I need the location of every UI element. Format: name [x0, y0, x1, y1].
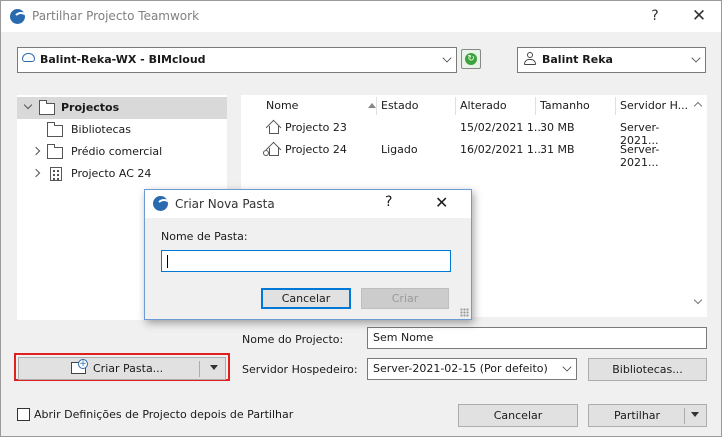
- dialog-close-button[interactable]: ✕: [435, 193, 448, 212]
- user-combo-value: Balint Reka: [542, 53, 613, 66]
- table-row[interactable]: Projecto 23 15/02/2021 1... 30 MB Server…: [241, 117, 691, 147]
- tree-item-bibliotecas[interactable]: Bibliotecas: [17, 119, 227, 141]
- share-button-label: Partilhar: [614, 409, 661, 422]
- chevron-down-icon: [562, 362, 572, 372]
- chevron-down-icon[interactable]: [23, 100, 33, 110]
- libraries-button[interactable]: Bibliotecas...: [588, 358, 707, 381]
- column-header-status[interactable]: Estado: [381, 99, 418, 112]
- create-folder-dialog: Criar Nova Pasta ? ✕ Nome de Pasta: Canc…: [144, 189, 472, 320]
- tree-item-label: Projectos: [61, 101, 120, 114]
- row-status: Ligado: [381, 143, 418, 156]
- host-server-select[interactable]: Server-2021-02-15 (Por defeito): [367, 358, 577, 380]
- chevron-right-icon[interactable]: [31, 146, 41, 156]
- user-combo[interactable]: Balint Reka: [517, 47, 706, 73]
- row-size: 31 MB: [540, 143, 575, 156]
- share-project-window: Partilhar Projecto Teamwork ? ✕ Balint-R…: [0, 0, 722, 437]
- row-modified: 15/02/2021 1...: [460, 121, 545, 134]
- tree-item-label: Prédio comercial: [71, 145, 163, 158]
- chevron-down-icon: [442, 53, 452, 63]
- dropdown-arrow-icon[interactable]: [210, 365, 218, 370]
- tree-item-projecto-ac-24[interactable]: Projecto AC 24: [17, 163, 227, 185]
- create-folder-label: Criar Pasta...: [93, 362, 164, 375]
- row-size: 30 MB: [540, 121, 575, 134]
- window-title: Partilhar Projecto Teamwork: [32, 9, 200, 23]
- server-combo[interactable]: Balint-Reka-WX - BIMcloud: [17, 47, 457, 73]
- scroll-up-icon[interactable]: [693, 101, 703, 111]
- close-button[interactable]: ✕: [681, 1, 717, 32]
- project-name-input[interactable]: Sem Nome: [367, 327, 707, 349]
- row-modified: 16/02/2021 1...: [460, 143, 545, 156]
- row-name: Projecto 24: [285, 143, 347, 156]
- cloud-icon: [22, 53, 35, 62]
- project-icon: [266, 120, 280, 134]
- row-name: Projecto 23: [285, 121, 347, 134]
- column-header-modified[interactable]: Alterado: [460, 99, 507, 112]
- library-folder-icon: [47, 122, 63, 137]
- create-folder-button[interactable]: + Criar Pasta...: [18, 357, 226, 380]
- column-header-server[interactable]: Servidor H...: [620, 99, 688, 112]
- building-icon: [50, 167, 62, 181]
- help-button[interactable]: ?: [637, 1, 673, 32]
- tree-item-projectos[interactable]: Projectos: [17, 97, 227, 119]
- tree-item-predio-comercial[interactable]: Prédio comercial: [17, 141, 227, 163]
- archicad-logo-icon: [10, 9, 25, 24]
- folder-name-label: Nome de Pasta:: [161, 230, 248, 243]
- user-badge-icon: [263, 150, 269, 156]
- project-name-label: Nome do Projecto:: [242, 333, 344, 346]
- plus-circle-icon: +: [78, 359, 88, 369]
- dropdown-arrow-icon[interactable]: [691, 412, 699, 417]
- sort-ascending-icon: [368, 103, 376, 108]
- cancel-button[interactable]: Cancelar: [458, 404, 578, 427]
- folder-name-input[interactable]: [161, 250, 451, 272]
- list-scrollbar[interactable]: [691, 95, 707, 317]
- host-server-label: Servidor Hospedeiro:: [242, 363, 358, 376]
- dialog-help-button[interactable]: ?: [385, 194, 392, 210]
- refresh-icon: ↻: [465, 53, 477, 65]
- text-caret: [167, 255, 168, 268]
- project-name-value: Sem Nome: [373, 331, 434, 344]
- tree-item-label: Projecto AC 24: [71, 167, 152, 180]
- folder-icon: [39, 100, 55, 115]
- user-icon: [524, 52, 536, 66]
- title-bar: Partilhar Projecto Teamwork ? ✕: [1, 1, 721, 32]
- server-combo-value: Balint-Reka-WX - BIMcloud: [40, 53, 206, 66]
- share-button[interactable]: Partilhar: [588, 404, 707, 427]
- host-server-value: Server-2021-02-15 (Por defeito): [373, 362, 548, 375]
- column-header-size[interactable]: Tamanho: [540, 99, 590, 112]
- column-header-name[interactable]: Nome: [266, 99, 298, 112]
- folder-icon: [47, 144, 63, 159]
- chevron-down-icon: [691, 53, 701, 63]
- open-settings-checkbox[interactable]: [17, 408, 30, 421]
- open-settings-label[interactable]: Abrir Definições de Projecto depois de P…: [34, 408, 293, 421]
- dialog-cancel-button[interactable]: Cancelar: [261, 288, 351, 309]
- resize-grip-icon[interactable]: [460, 308, 469, 317]
- row-server: Server-2021...: [620, 143, 660, 169]
- dialog-title: Criar Nova Pasta: [175, 197, 275, 211]
- sync-button[interactable]: ↻: [461, 49, 481, 69]
- archicad-logo-icon: [153, 196, 168, 211]
- scroll-down-icon[interactable]: [693, 295, 703, 305]
- dialog-create-button[interactable]: Criar: [361, 288, 449, 309]
- tree-item-label: Bibliotecas: [71, 123, 132, 136]
- dialog-title-bar: Criar Nova Pasta ? ✕: [145, 190, 471, 218]
- chevron-right-icon[interactable]: [31, 168, 41, 178]
- table-row[interactable]: Projecto 24 Ligado 16/02/2021 1... 31 MB…: [241, 139, 691, 169]
